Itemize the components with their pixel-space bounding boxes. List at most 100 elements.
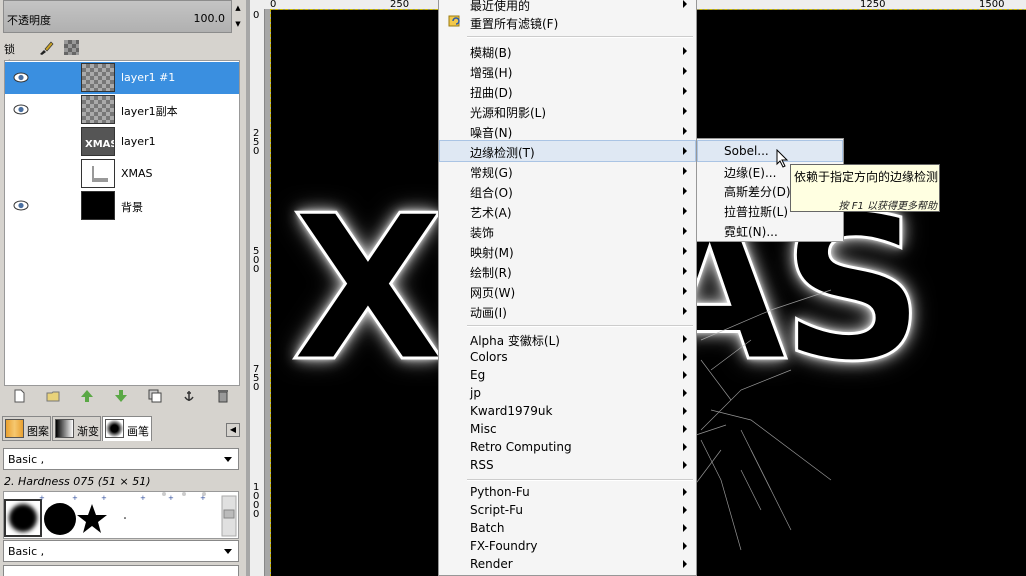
resource-tabs: 图案 渐变 画笔 <box>0 416 246 442</box>
submenu-arrow-icon <box>683 443 687 451</box>
new-layer-icon[interactable] <box>12 389 26 403</box>
layers-dock: 不透明度 100.0 ▲▼ 锁定： layer1 #1 layer1副本 XMA… <box>0 0 246 576</box>
brush-tag-filter[interactable]: Basic , <box>3 448 239 470</box>
layer-actions-bar <box>4 388 240 406</box>
submenu-arrow-icon <box>683 560 687 568</box>
menu-item-misc[interactable]: Misc <box>440 419 695 439</box>
submenu-arrow-icon <box>683 488 687 496</box>
brush-thumbnail[interactable] <box>44 503 76 535</box>
menu-item-noise[interactable]: 噪音(N) <box>440 121 695 141</box>
menu-item-jp[interactable]: jp <box>440 383 695 403</box>
menu-item-label: Eg <box>470 368 486 382</box>
anchor-layer-icon[interactable] <box>182 389 196 403</box>
menu-item-kward[interactable]: Kward1979uk <box>440 401 695 421</box>
tooltip-help: 按 F1 以获得更多帮助 <box>838 201 937 212</box>
menu-separator <box>467 36 693 38</box>
opacity-spin-button[interactable]: ▲ ▼ <box>233 0 243 33</box>
menu-item-reset-filters[interactable]: 重置所有滤镜(F) <box>440 12 695 32</box>
menu-item-generic[interactable]: 常规(G) <box>440 161 695 181</box>
brush-tag-filter-bottom[interactable]: Basic , <box>3 540 239 562</box>
layer-row[interactable]: XMAS <box>5 158 239 190</box>
ruler-corner[interactable] <box>250 0 270 9</box>
submenu-arrow-icon <box>683 542 687 550</box>
menu-item-combine[interactable]: 组合(O) <box>440 181 695 201</box>
ruler-tick-label: 1500 <box>979 0 1005 10</box>
menu-item-colors[interactable]: Colors <box>440 347 695 367</box>
menu-item-distorts[interactable]: 扭曲(D) <box>440 81 695 101</box>
brush-tag-filter-bottom-value: Basic , <box>8 545 45 558</box>
layer-row[interactable]: 背景 <box>5 190 239 222</box>
layer-row[interactable]: layer1副本 <box>5 94 239 126</box>
menu-item-render-fu[interactable]: Render <box>440 554 695 574</box>
svg-text:+: + <box>168 494 174 502</box>
chevron-down-icon <box>224 457 232 462</box>
opacity-value: 100.0 <box>193 12 226 25</box>
lock-pixels-brush-icon[interactable] <box>38 40 54 56</box>
raise-layer-icon[interactable] <box>80 389 94 403</box>
menu-item-label: 模糊(B) <box>470 46 512 60</box>
layer-thumbnail: XMAS <box>81 127 115 156</box>
svg-text:+: + <box>72 494 78 502</box>
tab-brushes[interactable]: 画笔 <box>102 416 152 441</box>
tab-gradients[interactable]: 渐变 <box>52 416 101 441</box>
menu-item-label: 映射(M) <box>470 246 514 260</box>
brush-spacing-field[interactable] <box>3 565 239 576</box>
submenu-arrow-icon <box>683 353 687 361</box>
mouse-cursor-icon <box>776 148 790 169</box>
menu-item-label: Retro Computing <box>470 440 572 454</box>
tab-patterns[interactable]: 图案 <box>2 416 51 441</box>
menu-item-light-shadow[interactable]: 光源和阴影(L) <box>440 101 695 121</box>
menu-item-eg[interactable]: Eg <box>440 365 695 385</box>
gradient-swatch-icon <box>55 419 74 438</box>
menu-item-label: FX-Foundry <box>470 539 538 553</box>
layer-row[interactable]: layer1 #1 <box>5 62 239 94</box>
menu-item-fx-foundry[interactable]: FX-Foundry <box>440 536 695 556</box>
menu-item-python-fu[interactable]: Python-Fu <box>440 482 695 502</box>
layer-name: layer1副本 <box>121 105 178 118</box>
layer-row[interactable]: XMAS layer1 <box>5 126 239 158</box>
ruler-tick-label: 0 <box>253 10 260 21</box>
vertical-ruler[interactable]: 0 250 500 750 1000 <box>250 9 265 576</box>
delete-layer-icon[interactable] <box>216 389 230 403</box>
opacity-slider[interactable]: 不透明度 100.0 <box>3 0 232 33</box>
submenu-item-neon[interactable]: 霓虹(N)... <box>698 220 842 240</box>
menu-item-web[interactable]: 网页(W) <box>440 281 695 301</box>
menu-item-retro-computing[interactable]: Retro Computing <box>440 437 695 457</box>
menu-item-label: 扭曲(D) <box>470 86 513 100</box>
menu-item-decor[interactable]: 装饰 <box>440 221 695 241</box>
menu-item-script-fu[interactable]: Script-Fu <box>440 500 695 520</box>
submenu-item-sobel[interactable]: Sobel... <box>697 140 843 162</box>
eye-icon[interactable] <box>13 104 29 115</box>
menu-item-render[interactable]: 绘制(R) <box>440 261 695 281</box>
menu-item-batch[interactable]: Batch <box>440 518 695 538</box>
menu-item-edge-detect[interactable]: 边缘检测(T) <box>439 140 696 162</box>
brush-thumbnail[interactable] <box>4 499 42 537</box>
menu-item-animation[interactable]: 动画(I) <box>440 301 695 321</box>
menu-item-alpha-to-logo[interactable]: Alpha 变徽标(L) <box>440 329 695 349</box>
brush-thumbnail[interactable] <box>77 504 107 533</box>
submenu-arrow-icon <box>683 0 687 8</box>
menu-item-label: Colors <box>470 350 508 364</box>
menu-item-label: 噪音(N) <box>470 126 513 140</box>
menu-item-label: Batch <box>470 521 505 535</box>
dock-menu-button[interactable]: ◀ <box>226 423 240 437</box>
eye-icon[interactable] <box>13 72 29 83</box>
opacity-label: 不透明度 <box>7 14 51 27</box>
new-group-icon[interactable] <box>46 389 60 403</box>
submenu-arrow-icon <box>683 187 687 195</box>
menu-item-label: 网页(W) <box>470 286 516 300</box>
menu-item-artistic[interactable]: 艺术(A) <box>440 201 695 221</box>
submenu-arrow-icon <box>683 107 687 115</box>
duplicate-layer-icon[interactable] <box>148 389 162 403</box>
lock-alpha-icon[interactable] <box>64 40 79 55</box>
menu-item-blur[interactable]: 模糊(B) <box>440 41 695 61</box>
eye-icon[interactable] <box>13 200 29 211</box>
lower-layer-icon[interactable] <box>114 389 128 403</box>
menu-item-map[interactable]: 映射(M) <box>440 241 695 261</box>
submenu-arrow-icon <box>683 127 687 135</box>
filters-menu: 最近使用的 重置所有滤镜(F) 模糊(B) 增强(H) 扭曲(D) 光源和阴影(… <box>438 0 697 576</box>
ruler-tick-label: 1000 <box>253 482 260 520</box>
menu-item-rss[interactable]: RSS <box>440 455 695 475</box>
ruler-tick-label: 500 <box>253 246 260 275</box>
menu-item-enhance[interactable]: 增强(H) <box>440 61 695 81</box>
